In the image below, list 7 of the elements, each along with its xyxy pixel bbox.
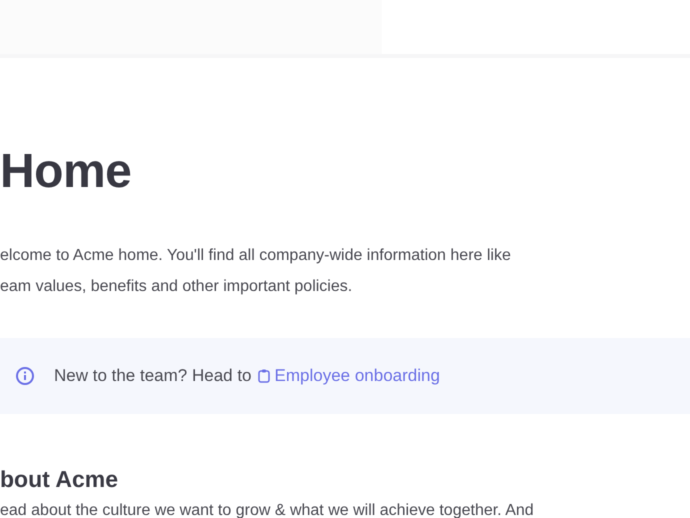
page-title: Home [0,144,132,200]
clipboard-icon [258,369,270,383]
intro-paragraph: elcome to Acme home. You'll find all company-wide information here like eam values, benefits and other important policies. [0,246,512,297]
callout-text: New to the team? Head to [54,366,252,386]
section-heading: bout Acme [0,465,119,494]
section-text: ead about the culture we want to grow & what we will achieve together. And [0,501,535,518]
info-icon [15,366,35,386]
